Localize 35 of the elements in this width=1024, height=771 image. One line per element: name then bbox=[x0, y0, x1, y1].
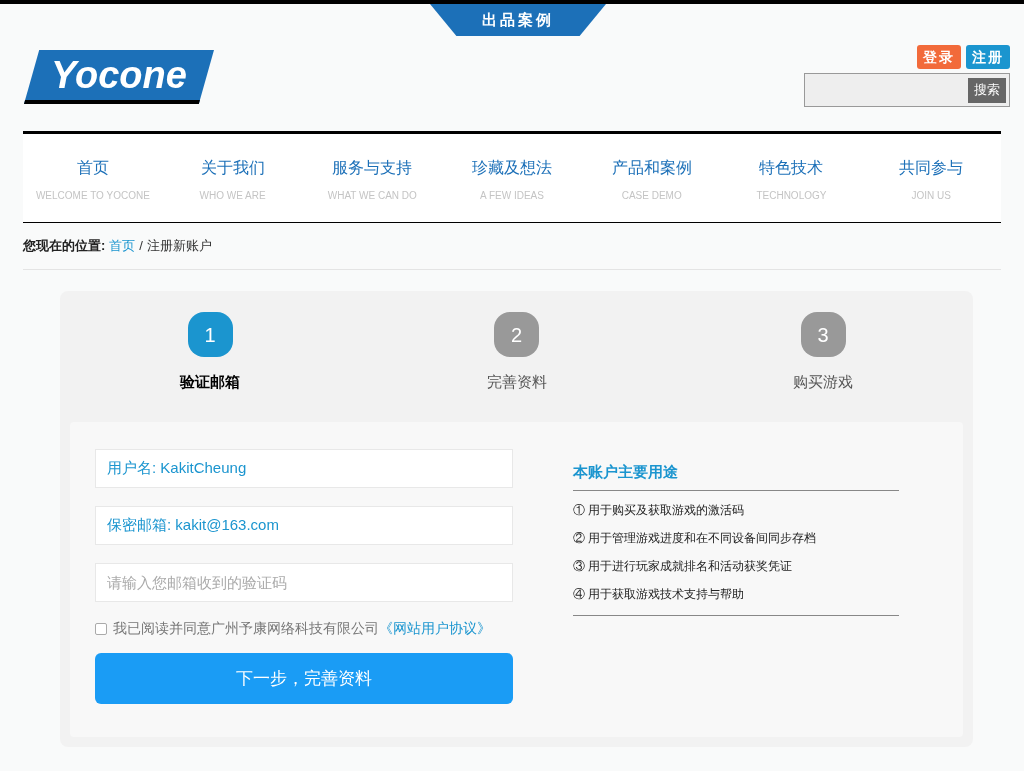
step-label: 完善资料 bbox=[486, 372, 547, 392]
step-number: 2 bbox=[494, 312, 539, 357]
breadcrumb-separator: / bbox=[139, 237, 143, 256]
step-label: 购买游戏 bbox=[793, 372, 853, 392]
search-field[interactable]: 搜索 bbox=[804, 73, 1010, 107]
input-field[interactable]: 用户名: KakitCheung bbox=[95, 449, 513, 488]
login-button[interactable]: 登录 bbox=[917, 45, 961, 69]
top-tab[interactable]: 出品案例 bbox=[430, 4, 606, 36]
uses-item: ② 用于管理游戏进度和在不同设备间同步存档 bbox=[573, 529, 818, 547]
nav-item[interactable]: 产品和案例 CASE DEMO bbox=[581, 134, 722, 222]
agreement-text: 我已阅读并同意广州予康网络科技有限公司《网站用户协议》 bbox=[113, 619, 491, 638]
step-label: 验证邮箱 bbox=[180, 372, 240, 392]
breadcrumb-label: 您现在的位置: bbox=[23, 237, 106, 256]
uses-item: ③ 用于进行玩家成就排名和活动获奖凭证 bbox=[573, 557, 794, 575]
input-field[interactable]: 保密邮箱: kakit@163.com bbox=[95, 506, 513, 545]
input-field[interactable]: 请输入您邮箱收到的验证码 bbox=[95, 563, 513, 602]
uses-title: 本账户主要用途 bbox=[573, 461, 899, 491]
next-step-button[interactable]: 下一步，完善资料 bbox=[95, 653, 513, 704]
agreement-link[interactable]: 《网站用户协议》 bbox=[379, 620, 491, 636]
search-button[interactable]: 搜索 bbox=[968, 77, 1006, 103]
nav-item[interactable]: 共同参与 JOIN US bbox=[861, 134, 1001, 222]
breadcrumb-current: 注册新账户 bbox=[146, 237, 212, 256]
nav-item[interactable]: 关于我们 WHO WE ARE bbox=[162, 134, 303, 222]
nav-item[interactable]: 首页 WELCOME TO YOCONE bbox=[23, 134, 163, 222]
nav-item[interactable]: 服务与支持 WHAT WE CAN DO bbox=[302, 134, 443, 222]
uses-item: ④ 用于获取游戏技术支持与帮助 bbox=[573, 585, 746, 603]
uses-item: ① 用于购买及获取游戏的激活码 bbox=[573, 501, 746, 519]
nav-item[interactable]: 珍藏及想法 A FEW IDEAS bbox=[442, 134, 582, 222]
register-button[interactable]: 注册 bbox=[966, 45, 1010, 69]
step-number: 3 bbox=[800, 312, 846, 357]
agreement-checkbox[interactable] bbox=[95, 622, 107, 635]
breadcrumb-link[interactable]: 首页 bbox=[109, 236, 136, 256]
logo[interactable]: Yocone bbox=[24, 50, 214, 104]
nav-item[interactable]: 特色技术 TECHNOLOGY bbox=[721, 134, 862, 222]
step-number: 1 bbox=[187, 312, 233, 357]
